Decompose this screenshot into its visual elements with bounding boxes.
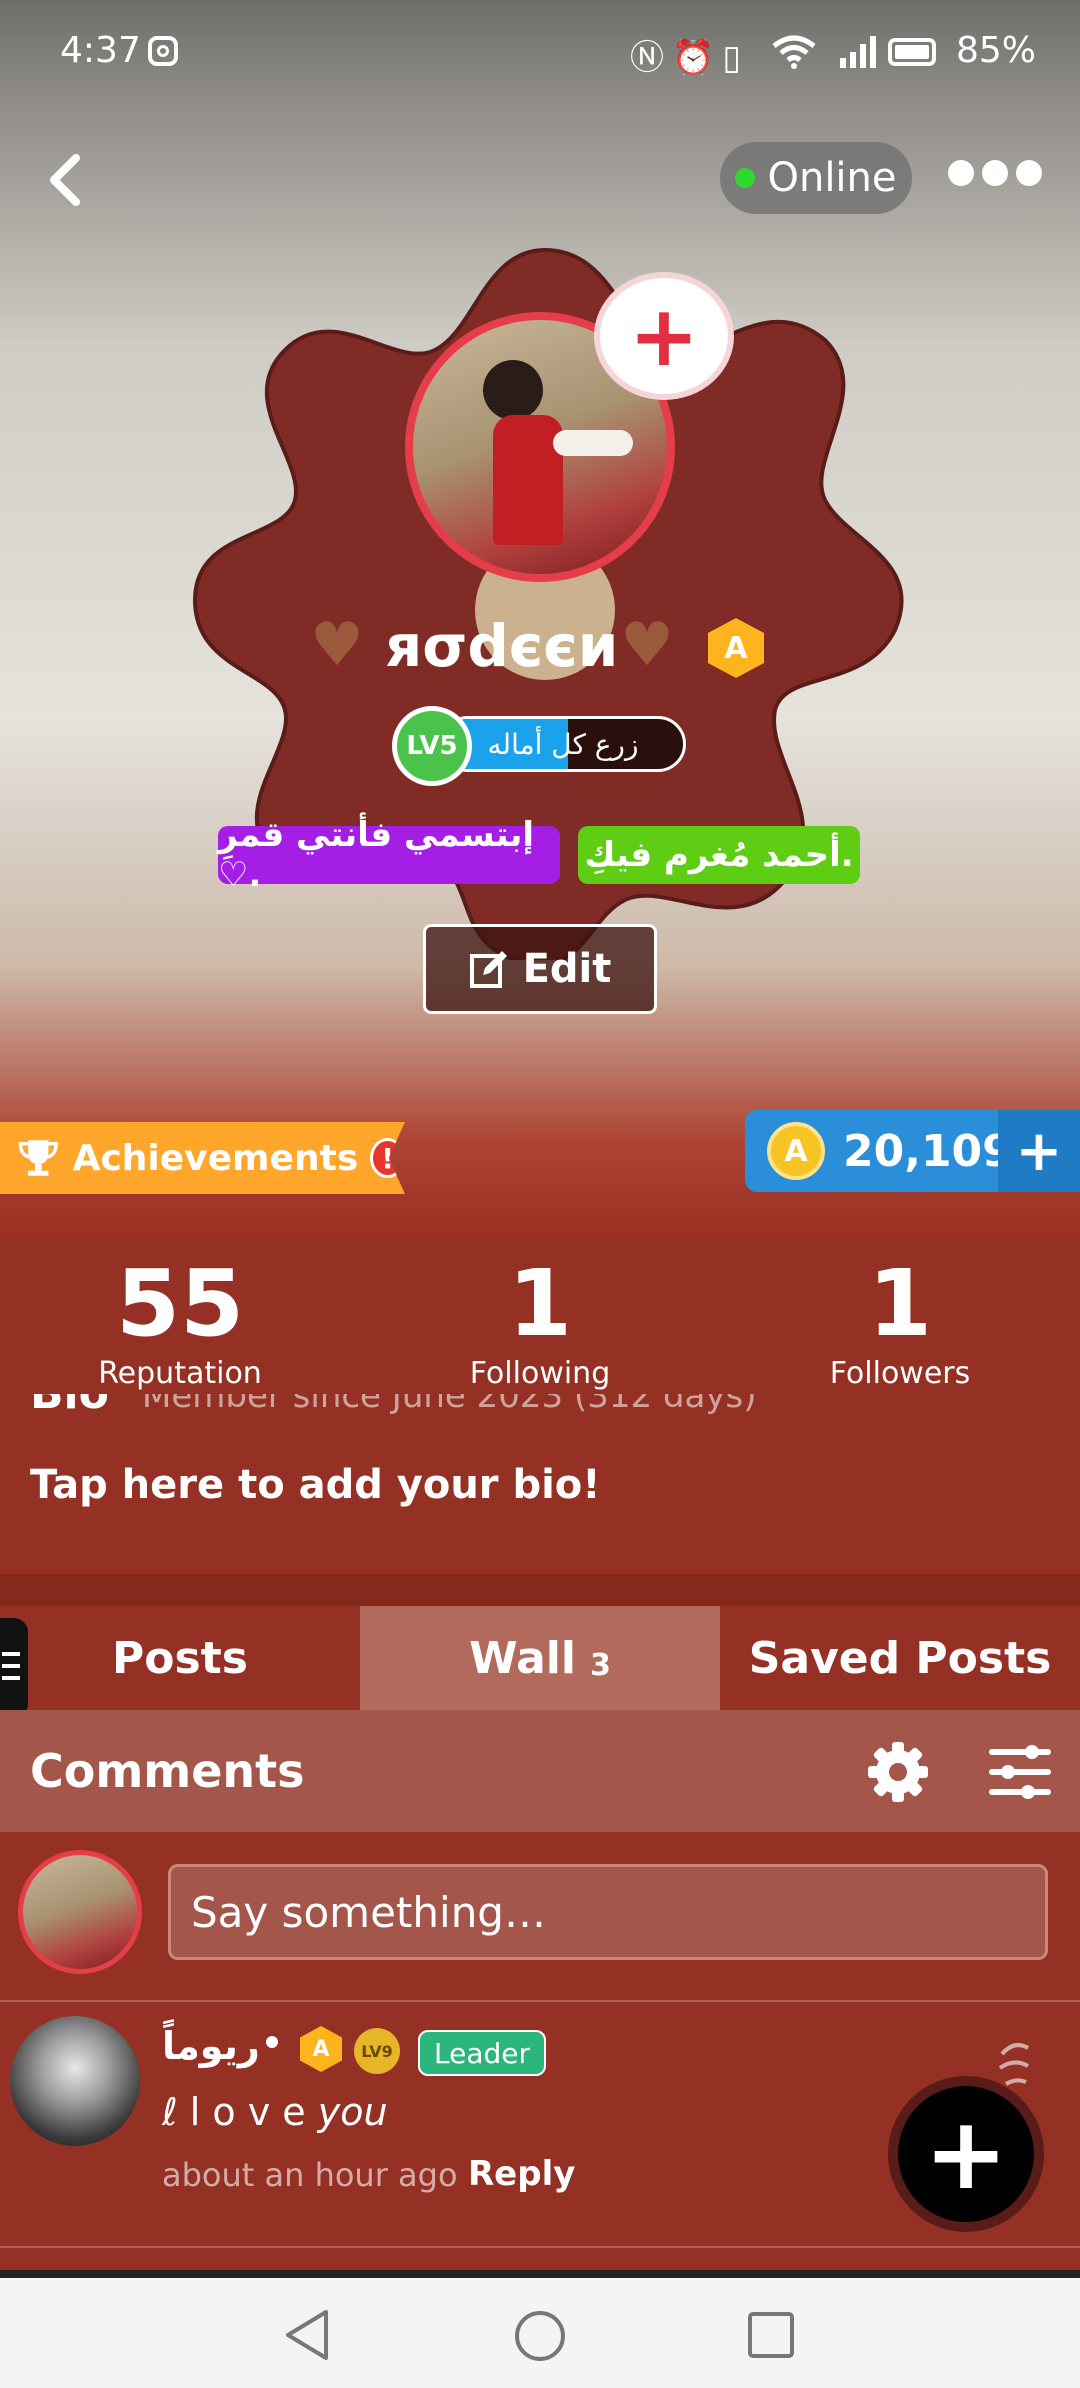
level-progress-bar[interactable]: زرع كل أماله	[440, 716, 686, 772]
more-options-icon[interactable]	[948, 160, 1042, 186]
edit-icon	[469, 951, 507, 988]
instagram-icon	[148, 36, 178, 66]
my-avatar[interactable]	[18, 1850, 142, 1974]
tab-posts[interactable]: Posts	[0, 1606, 360, 1710]
settings-gear-icon[interactable]	[866, 1740, 930, 1804]
wifi-icon	[772, 35, 816, 69]
coins-amount: 20,109	[843, 1125, 1013, 1177]
nav-recents-icon[interactable]	[746, 2310, 796, 2360]
comments-heading: Comments	[30, 1744, 305, 1798]
nav-back-icon[interactable]	[282, 2308, 332, 2362]
section-divider	[0, 1574, 1080, 1606]
side-menu-handle[interactable]	[0, 1618, 28, 1718]
filter-sliders-icon[interactable]	[988, 1744, 1052, 1800]
compose-fab-button[interactable]: +	[888, 2076, 1044, 2232]
comment-text-plain: ℓ l o v e	[162, 2090, 318, 2134]
profile-name: яσdєєи	[385, 612, 619, 680]
divider	[0, 2000, 1080, 2002]
title-tag-green: أحمد مُغرم فيكِ.	[578, 826, 860, 884]
nav-home-icon[interactable]	[512, 2308, 568, 2364]
back-arrow-icon[interactable]	[40, 150, 90, 210]
level-badge: LV5	[392, 706, 472, 786]
status-time: 4:37	[60, 30, 141, 71]
bio-heading: Bio	[30, 1394, 109, 1419]
tab-saved-posts[interactable]: Saved Posts	[720, 1606, 1080, 1710]
level-title: زرع كل أماله	[487, 727, 639, 761]
comment-time: about an hour ago	[162, 2156, 458, 2194]
reputation-label: Reputation	[98, 1356, 262, 1391]
bio-header: Bio Member since June 2023 (312 days)	[0, 1394, 1080, 1420]
signal-icon	[840, 36, 876, 68]
following-label[interactable]: Following	[390, 1356, 690, 1391]
reputation-value: 55	[115, 1250, 245, 1357]
status-icons: Ⓝ⏰▯	[630, 38, 750, 78]
tab-wall[interactable]: Wall 3	[360, 1606, 720, 1710]
trophy-icon	[18, 1140, 58, 1176]
system-navigation-bar	[0, 2270, 1080, 2388]
divider	[0, 2246, 1080, 2248]
separator-dot	[266, 2036, 278, 2048]
comment-text: ℓ l o v e you	[162, 2090, 388, 2134]
plus-icon: +	[924, 2095, 1008, 2212]
title-tag-purple: إبتسمي فأنتي قمرِ ♡.	[218, 815, 560, 895]
edit-label: Edit	[522, 946, 612, 992]
online-dot-icon	[735, 168, 756, 188]
leader-badge: Leader	[418, 2030, 547, 2076]
battery-percent: 85%	[956, 30, 1037, 71]
achievements-label: Achievements	[72, 1137, 359, 1179]
comment-input[interactable]: Say something…	[168, 1864, 1048, 1960]
achievements-banner[interactable]: Achievements !	[0, 1122, 405, 1194]
online-label: Online	[767, 155, 897, 201]
commenter-level-badge: LV9	[354, 2028, 400, 2074]
add-story-bubble[interactable]: +	[600, 278, 728, 394]
tab-wall-label: Wall	[469, 1632, 576, 1684]
online-status-pill: Online	[720, 142, 912, 214]
add-coins-button[interactable]: +	[998, 1110, 1080, 1192]
reply-button[interactable]: Reply	[468, 2154, 575, 2194]
battery-icon	[888, 38, 936, 66]
plus-icon: +	[628, 287, 700, 385]
edit-profile-button[interactable]: Edit	[423, 924, 657, 1014]
heart-left-icon: ♥	[310, 610, 364, 680]
heart-right-icon: ♥	[620, 610, 674, 680]
followers-value[interactable]: 1	[750, 1250, 1050, 1357]
followers-label[interactable]: Followers	[750, 1356, 1050, 1391]
loading-spinner-icon	[998, 2043, 1029, 2086]
member-since: Member since June 2023 (312 days)	[142, 1394, 757, 1416]
commenter-avatar[interactable]	[10, 2016, 140, 2146]
coin-icon: A	[767, 1122, 825, 1180]
comment-text-italic: you	[317, 2090, 388, 2134]
comment-author[interactable]: ريوماً	[162, 2024, 260, 2068]
tab-wall-count: 3	[589, 1647, 611, 1683]
following-value[interactable]: 1	[390, 1250, 690, 1357]
bio-prompt[interactable]: Tap here to add your bio!	[30, 1462, 601, 1508]
